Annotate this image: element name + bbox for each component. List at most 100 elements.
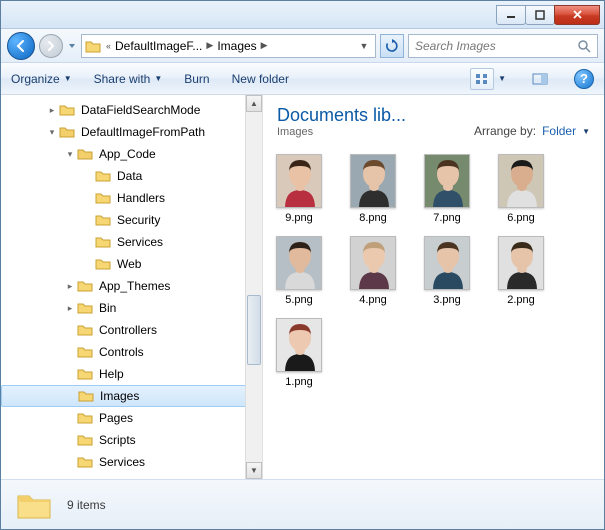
help-button[interactable]: ? [574, 69, 594, 89]
tree-item[interactable]: Web [1, 253, 262, 275]
tree-item-label: Web [117, 257, 141, 271]
chevron-down-icon: ▼ [582, 127, 590, 136]
folder-icon [95, 256, 113, 272]
tree-item-label: Pages [99, 411, 133, 425]
expander-icon[interactable]: ▸ [63, 303, 77, 314]
folder-icon [77, 432, 95, 448]
folder-icon [77, 344, 95, 360]
tree-item[interactable]: ▾ App_Code [1, 143, 262, 165]
file-item[interactable]: 7.png [419, 154, 475, 224]
tree-item[interactable]: Help [1, 363, 262, 385]
folder-icon [95, 212, 113, 228]
history-dropdown-icon[interactable] [67, 40, 77, 52]
file-thumbnail [424, 236, 470, 290]
file-item[interactable]: 1.png [271, 318, 327, 388]
file-item[interactable]: 6.png [493, 154, 549, 224]
scroll-thumb[interactable] [247, 295, 261, 365]
file-label: 5.png [285, 294, 313, 306]
minimize-button[interactable] [496, 5, 526, 25]
file-item[interactable]: 5.png [271, 236, 327, 306]
address-bar[interactable]: « DefaultImageF... ▶ Images ▶ ▼ [81, 34, 376, 58]
folder-icon [84, 37, 102, 55]
tree-item[interactable]: Images [1, 385, 262, 407]
tree-item[interactable]: ▸ Bin [1, 297, 262, 319]
scroll-up-icon[interactable]: ▲ [246, 95, 262, 112]
tree-item[interactable]: ▾DefaultImageFromPath [1, 121, 262, 143]
burn-button[interactable]: Burn [184, 72, 209, 86]
expander-icon[interactable]: ▾ [63, 149, 77, 160]
expander-icon[interactable]: ▸ [63, 281, 77, 292]
search-icon [577, 39, 591, 53]
scrollbar[interactable]: ▲ ▼ [245, 95, 262, 479]
folder-icon [78, 388, 96, 404]
tree-item[interactable]: Data [1, 165, 262, 187]
close-button[interactable] [554, 5, 600, 25]
organize-menu[interactable]: Organize▼ [11, 72, 72, 86]
refresh-button[interactable] [380, 34, 404, 58]
expander-icon[interactable]: ▾ [45, 127, 59, 138]
content-pane: Documents lib... Images Arrange by: Fold… [263, 95, 604, 479]
maximize-button[interactable] [525, 5, 555, 25]
preview-pane-button[interactable] [528, 68, 552, 90]
file-thumbnail [498, 154, 544, 208]
folder-icon [77, 410, 95, 426]
breadcrumb-sep-icon: « [106, 41, 111, 51]
chevron-right-icon: ▶ [206, 40, 213, 51]
tree-item[interactable]: Controls [1, 341, 262, 363]
file-thumbnail [276, 154, 322, 208]
file-label: 7.png [433, 212, 461, 224]
arrange-by[interactable]: Arrange by: Folder ▼ [474, 124, 590, 138]
tree-item[interactable]: Scripts [1, 429, 262, 451]
folder-icon [15, 488, 53, 522]
breadcrumb-seg-2[interactable]: Images [217, 39, 256, 53]
file-item[interactable]: 9.png [271, 154, 327, 224]
tree-item[interactable]: Services [1, 231, 262, 253]
file-item[interactable]: 4.png [345, 236, 401, 306]
tree-item[interactable]: Security [1, 209, 262, 231]
file-label: 2.png [507, 294, 535, 306]
view-mode-button[interactable] [470, 68, 494, 90]
tree-item[interactable]: ▸App_Themes [1, 275, 262, 297]
folder-icon [77, 300, 95, 316]
tree-item-label: Services [99, 455, 145, 469]
titlebar [1, 1, 604, 29]
expander-icon[interactable]: ▸ [45, 105, 59, 116]
breadcrumb-seg-1[interactable]: DefaultImageF... [115, 39, 202, 53]
file-thumbnail [350, 154, 396, 208]
scroll-down-icon[interactable]: ▼ [246, 462, 262, 479]
share-menu[interactable]: Share with▼ [94, 72, 163, 86]
status-bar: 9 items [1, 479, 604, 529]
search-box[interactable]: Search Images [408, 34, 598, 58]
folder-icon [95, 168, 113, 184]
file-item[interactable]: 3.png [419, 236, 475, 306]
back-button[interactable] [7, 32, 35, 60]
toolbar: Organize▼ Share with▼ Burn New folder ▼ … [1, 63, 604, 95]
tree-item[interactable]: Services [1, 451, 262, 473]
new-folder-button[interactable]: New folder [232, 72, 289, 86]
tree-item-label: Bin [99, 301, 116, 315]
tree-item-label: Help [99, 367, 124, 381]
chevron-down-icon: ▼ [154, 74, 162, 83]
tree-item[interactable]: ▸DataFieldSearchMode [1, 99, 262, 121]
folder-icon [95, 190, 113, 206]
file-thumbnail [276, 318, 322, 372]
address-dropdown-icon[interactable]: ▼ [355, 41, 373, 51]
file-label: 6.png [507, 212, 535, 224]
tree-item[interactable]: Pages [1, 407, 262, 429]
folder-icon [59, 124, 77, 140]
tree-item-label: Controls [99, 345, 144, 359]
file-label: 3.png [433, 294, 461, 306]
tree-item[interactable]: Controllers [1, 319, 262, 341]
tree-item-label: App_Code [99, 147, 156, 161]
folder-icon [95, 234, 113, 250]
chevron-down-icon: ▼ [64, 74, 72, 83]
forward-button[interactable] [39, 34, 63, 58]
tree-item[interactable]: Handlers [1, 187, 262, 209]
folder-icon [77, 146, 95, 162]
file-item[interactable]: 2.png [493, 236, 549, 306]
file-label: 8.png [359, 212, 387, 224]
folder-tree: ▸DataFieldSearchMode▾DefaultImageFromPat… [1, 95, 263, 479]
chevron-down-icon[interactable]: ▼ [498, 74, 506, 83]
file-item[interactable]: 8.png [345, 154, 401, 224]
chevron-right-icon: ▶ [261, 40, 268, 51]
